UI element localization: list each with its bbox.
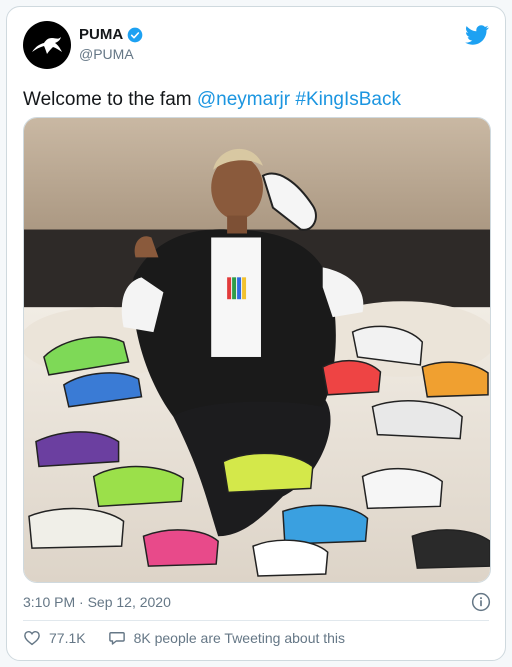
twitter-bird-icon[interactable]: [465, 23, 489, 47]
like-count: 77.1K: [49, 630, 86, 646]
conversation-label: 8K people are Tweeting about this: [133, 630, 346, 646]
author-display-name[interactable]: PUMA: [79, 26, 143, 43]
tweet-text-prefix: Welcome to the fam: [23, 89, 197, 110]
tweet-card[interactable]: PUMA @PUMA Welcome to the fam @neymarjr …: [6, 6, 506, 661]
avatar[interactable]: [23, 21, 71, 69]
mention-link[interactable]: @neymarjr: [197, 89, 290, 110]
info-icon[interactable]: [471, 592, 491, 612]
tweet-timestamp[interactable]: 3:10 PM · Sep 12, 2020: [23, 594, 171, 610]
tweet-photo[interactable]: [23, 117, 491, 583]
tweet-header: PUMA @PUMA: [23, 21, 489, 73]
tweet-text: Welcome to the fam @neymarjr #KingIsBack: [23, 87, 401, 113]
puma-logo-icon: [32, 37, 62, 54]
verified-badge-icon: [127, 27, 143, 42]
divider: [23, 620, 489, 621]
hashtag-link[interactable]: #KingIsBack: [295, 89, 401, 110]
conversation-button[interactable]: 8K people are Tweeting about this: [108, 629, 345, 647]
author-handle[interactable]: @PUMA: [79, 46, 143, 62]
photo-illustration: [24, 118, 490, 582]
speech-bubble-icon: [108, 632, 125, 645]
like-button[interactable]: 77.1K: [23, 629, 86, 647]
tweet-actions: 77.1K 8K people are Tweeting about this: [23, 629, 367, 647]
author-names: PUMA @PUMA: [79, 26, 143, 62]
display-name-text[interactable]: PUMA: [79, 26, 123, 43]
heart-icon: [24, 630, 40, 646]
